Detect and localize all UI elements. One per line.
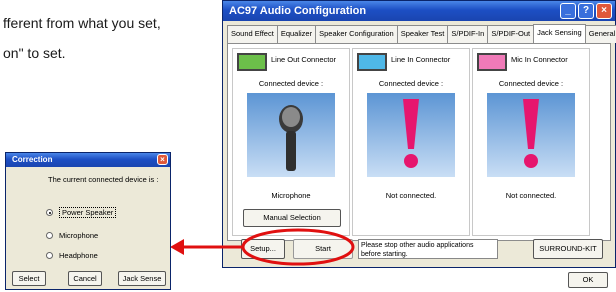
dialog-message: The current connected device is : bbox=[48, 175, 159, 184]
line-out-column: Line Out Connector Connected device : Mi… bbox=[232, 48, 350, 236]
dialog-titlebar: Correction × bbox=[6, 153, 170, 167]
connector-label: Line In Connector bbox=[391, 55, 451, 64]
tab-spdif-in[interactable]: S/PDIF-In bbox=[447, 25, 489, 43]
radio-dot-icon bbox=[46, 232, 53, 239]
radio-label: Power Speaker bbox=[59, 207, 117, 218]
radio-headphone[interactable]: Headphone bbox=[46, 251, 98, 260]
help-icon[interactable]: ? bbox=[578, 3, 594, 19]
tab-jack-sensing[interactable]: Jack Sensing bbox=[533, 24, 586, 43]
annotation-arrow bbox=[170, 228, 355, 266]
microphone-icon bbox=[247, 93, 335, 177]
radio-microphone[interactable]: Microphone bbox=[46, 231, 98, 240]
connected-status: Not connected. bbox=[385, 191, 437, 200]
tab-speaker-configuration[interactable]: Speaker Configuration bbox=[315, 25, 398, 43]
jack-sensing-panel: Line Out Connector Connected device : Mi… bbox=[227, 43, 611, 241]
connected-device-label: Connected device : bbox=[378, 79, 444, 88]
radio-label: Headphone bbox=[59, 251, 98, 260]
connector-label: Mic In Connector bbox=[511, 55, 568, 64]
close-icon[interactable]: × bbox=[596, 3, 612, 19]
tab-equalizer[interactable]: Equalizer bbox=[276, 25, 317, 43]
info-note: Please stop other audio applications bef… bbox=[358, 239, 498, 259]
cancel-button[interactable]: Cancel bbox=[68, 271, 102, 286]
jack-icon bbox=[357, 53, 387, 71]
minimize-icon[interactable]: _ bbox=[560, 3, 576, 19]
tab-spdif-out[interactable]: S/PDIF-Out bbox=[487, 25, 535, 43]
radio-dot-icon bbox=[46, 252, 53, 259]
line-in-column: Line In Connector Connected device : Not… bbox=[352, 48, 470, 236]
close-icon[interactable]: × bbox=[157, 154, 168, 165]
ok-button[interactable]: OK bbox=[568, 272, 608, 288]
doc-text-line-1: fferent from what you set, bbox=[3, 15, 161, 31]
tab-general[interactable]: General bbox=[584, 25, 616, 43]
connector-label: Line Out Connector bbox=[271, 55, 337, 64]
tab-strip: Sound Effect Equalizer Speaker Configura… bbox=[227, 24, 616, 43]
radio-power-speaker[interactable]: Power Speaker bbox=[46, 207, 117, 218]
window-title: AC97 Audio Configuration bbox=[229, 5, 367, 17]
connected-device-label: Connected device : bbox=[258, 79, 324, 88]
window-titlebar: AC97 Audio Configuration _ ? × bbox=[223, 1, 615, 21]
select-button[interactable]: Select bbox=[12, 271, 46, 286]
exclamation-icon bbox=[367, 93, 455, 177]
surround-kit-button[interactable]: SURROUND-KIT bbox=[533, 239, 603, 259]
connected-status: Microphone bbox=[271, 191, 311, 200]
jack-icon bbox=[477, 53, 507, 71]
exclamation-icon bbox=[487, 93, 575, 177]
dialog-title: Correction bbox=[12, 155, 53, 164]
mic-in-column: Mic In Connector Connected device : Not … bbox=[472, 48, 590, 236]
correction-dialog: Correction × The current connected devic… bbox=[5, 152, 171, 290]
connected-device-label: Connected device : bbox=[498, 79, 564, 88]
doc-text-line-2: on" to set. bbox=[3, 45, 66, 61]
tab-sound-effect[interactable]: Sound Effect bbox=[227, 25, 278, 43]
radio-label: Microphone bbox=[59, 231, 99, 240]
radio-dot-icon bbox=[46, 209, 53, 216]
tab-speaker-test[interactable]: Speaker Test bbox=[396, 25, 449, 43]
jack-sense-button[interactable]: Jack Sense bbox=[118, 271, 166, 286]
connected-status: Not connected. bbox=[505, 191, 557, 200]
jack-icon bbox=[237, 53, 267, 71]
